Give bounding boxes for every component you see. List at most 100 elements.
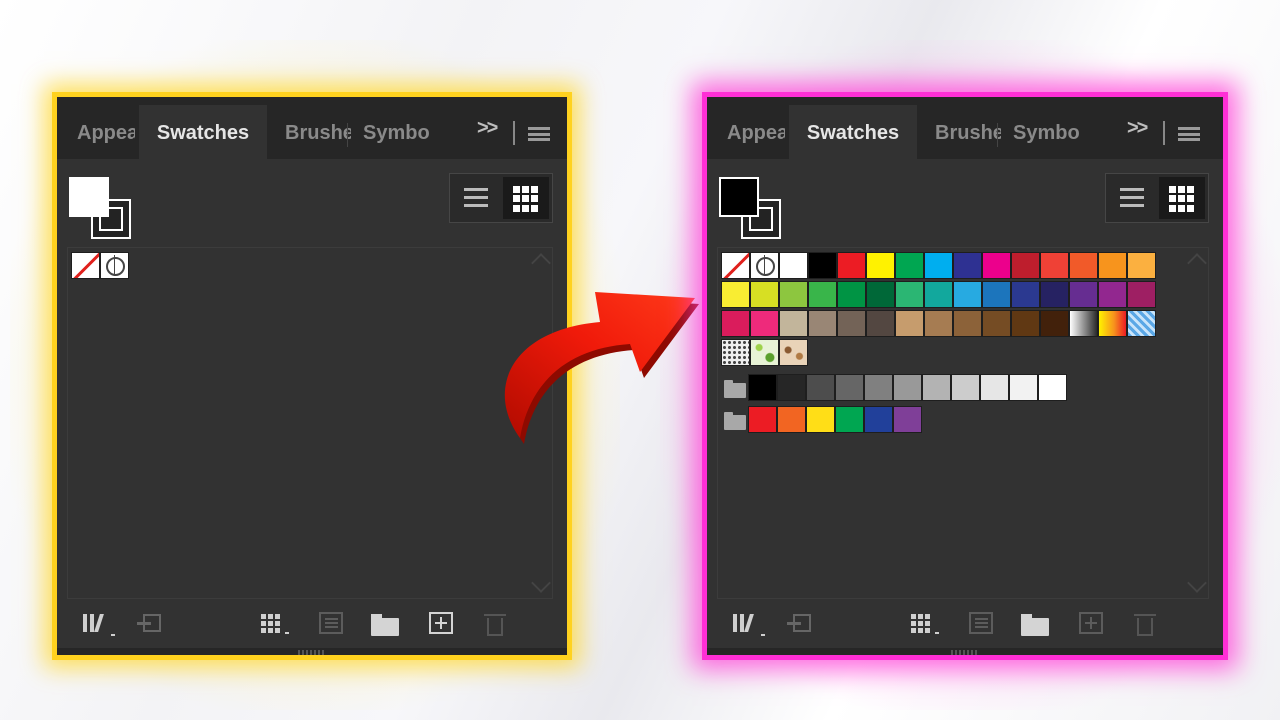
- thumbnail-view-button[interactable]: [1159, 177, 1205, 219]
- swatch[interactable]: [1069, 281, 1098, 308]
- swatch[interactable]: [982, 310, 1011, 337]
- swatch[interactable]: [806, 406, 835, 433]
- expand-panels-button[interactable]: >>: [477, 117, 498, 140]
- color-group-folder-icon[interactable]: [721, 406, 747, 433]
- swatch[interactable]: [721, 310, 750, 337]
- swatch-pattern-dots[interactable]: [721, 339, 750, 366]
- swatch[interactable]: [808, 310, 837, 337]
- fill-box[interactable]: [69, 177, 109, 217]
- list-view-button[interactable]: [1109, 177, 1155, 219]
- swatch[interactable]: [1040, 281, 1069, 308]
- swatch[interactable]: [1098, 252, 1127, 279]
- swatch[interactable]: [924, 281, 953, 308]
- place-swatch-icon[interactable]: [787, 612, 815, 638]
- new-swatch-icon[interactable]: [1079, 612, 1107, 638]
- swatch-pattern-floral[interactable]: [779, 339, 808, 366]
- swatch[interactable]: [924, 252, 953, 279]
- swatch-gradient-grey[interactable]: [1069, 310, 1098, 337]
- swatch[interactable]: [982, 281, 1011, 308]
- panel-menu-icon[interactable]: [528, 127, 550, 141]
- tab-appearance[interactable]: Appea: [57, 105, 135, 159]
- panel-menu-icon[interactable]: [1178, 127, 1200, 141]
- swatch-pattern-leaf[interactable]: [750, 339, 779, 366]
- swatch-options-icon[interactable]: [969, 612, 997, 638]
- swatch-registration[interactable]: [100, 252, 129, 279]
- swatch[interactable]: [835, 406, 864, 433]
- swatch[interactable]: [951, 374, 980, 401]
- tab-brushes[interactable]: Brushe: [271, 105, 351, 159]
- swatch-libraries-menu-icon[interactable]: [731, 612, 765, 638]
- new-color-group-icon[interactable]: [1021, 612, 1049, 638]
- swatch[interactable]: [866, 252, 895, 279]
- swatch[interactable]: [777, 374, 806, 401]
- show-swatch-kinds-icon[interactable]: [909, 612, 939, 638]
- scroll-down-arrow[interactable]: [1187, 573, 1207, 593]
- resize-grip[interactable]: [57, 648, 567, 655]
- swatch[interactable]: [1011, 252, 1040, 279]
- swatch[interactable]: [808, 281, 837, 308]
- swatch[interactable]: [837, 281, 866, 308]
- swatch[interactable]: [895, 310, 924, 337]
- swatch[interactable]: [1040, 252, 1069, 279]
- swatch[interactable]: [924, 310, 953, 337]
- swatch[interactable]: [748, 374, 777, 401]
- swatch[interactable]: [953, 281, 982, 308]
- thumbnail-view-button[interactable]: [503, 177, 549, 219]
- list-view-button[interactable]: [453, 177, 499, 219]
- swatch[interactable]: [748, 406, 777, 433]
- swatch[interactable]: [953, 310, 982, 337]
- swatch[interactable]: [893, 406, 922, 433]
- swatch[interactable]: [779, 281, 808, 308]
- swatch[interactable]: [808, 252, 837, 279]
- fill-stroke-widget[interactable]: [719, 177, 783, 239]
- swatch-gradient-orange[interactable]: [1098, 310, 1127, 337]
- tab-appearance[interactable]: Appea: [707, 105, 785, 159]
- tab-symbols[interactable]: Symbo: [1001, 105, 1087, 159]
- color-group-folder-icon[interactable]: [721, 374, 747, 401]
- swatch[interactable]: [864, 374, 893, 401]
- swatch[interactable]: [895, 252, 924, 279]
- swatch[interactable]: [922, 374, 951, 401]
- swatch[interactable]: [837, 252, 866, 279]
- fill-stroke-widget[interactable]: [69, 177, 133, 239]
- swatch[interactable]: [982, 252, 1011, 279]
- delete-swatch-icon[interactable]: [483, 612, 511, 638]
- swatch[interactable]: [980, 374, 1009, 401]
- swatch[interactable]: [777, 406, 806, 433]
- swatch-libraries-menu-icon[interactable]: [81, 612, 115, 638]
- swatch[interactable]: [893, 374, 922, 401]
- swatch[interactable]: [1011, 310, 1040, 337]
- show-swatch-kinds-icon[interactable]: [259, 612, 289, 638]
- swatch[interactable]: [1038, 374, 1067, 401]
- expand-panels-button[interactable]: >>: [1127, 117, 1148, 140]
- swatch[interactable]: [837, 310, 866, 337]
- tab-brushes[interactable]: Brushe: [921, 105, 1001, 159]
- swatch[interactable]: [866, 281, 895, 308]
- new-swatch-icon[interactable]: [429, 612, 457, 638]
- swatch[interactable]: [721, 281, 750, 308]
- fill-box[interactable]: [719, 177, 759, 217]
- swatch[interactable]: [835, 374, 864, 401]
- swatch-none[interactable]: [721, 252, 750, 279]
- swatch-registration[interactable]: [750, 252, 779, 279]
- resize-grip[interactable]: [707, 648, 1223, 655]
- swatch[interactable]: [1069, 252, 1098, 279]
- swatch-none[interactable]: [71, 252, 100, 279]
- tab-swatches[interactable]: Swatches: [139, 105, 267, 159]
- swatch-options-icon[interactable]: [319, 612, 347, 638]
- swatch[interactable]: [1011, 281, 1040, 308]
- swatch[interactable]: [779, 310, 808, 337]
- swatch[interactable]: [1127, 252, 1156, 279]
- swatch[interactable]: [953, 252, 982, 279]
- swatch[interactable]: [864, 406, 893, 433]
- swatch[interactable]: [866, 310, 895, 337]
- swatch[interactable]: [750, 281, 779, 308]
- scroll-down-arrow[interactable]: [531, 573, 551, 593]
- scroll-up-arrow[interactable]: [1187, 253, 1207, 273]
- swatch[interactable]: [1040, 310, 1069, 337]
- place-swatch-icon[interactable]: [137, 612, 165, 638]
- swatch-pattern-blue[interactable]: [1127, 310, 1156, 337]
- swatch[interactable]: [1127, 281, 1156, 308]
- tab-swatches[interactable]: Swatches: [789, 105, 917, 159]
- swatch[interactable]: [1098, 281, 1127, 308]
